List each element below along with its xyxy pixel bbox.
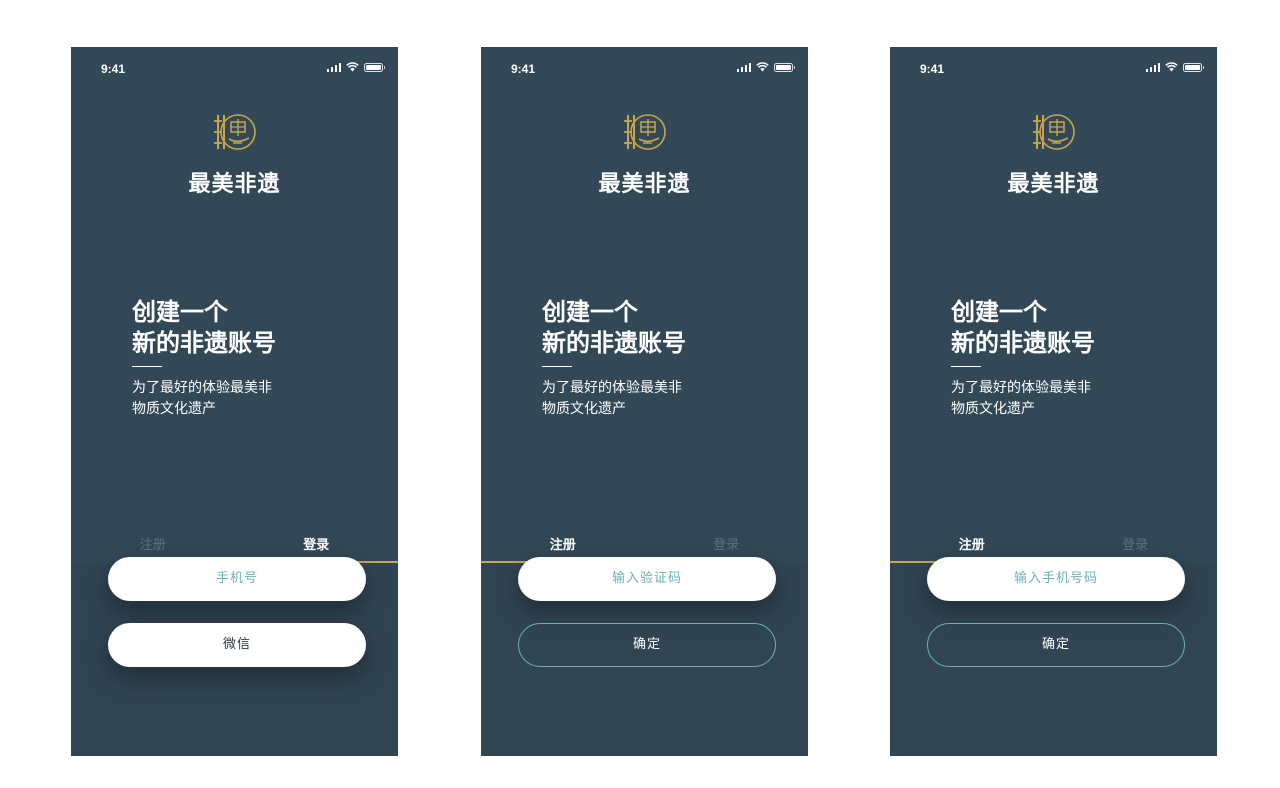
subtitle-line-2: 物质文化遗产 [951,401,1035,417]
page-subtitle: 为了最好的体验最美非 物质文化遗产 [542,378,682,420]
phone-number-input[interactable]: 手机号 [108,557,366,601]
cellular-signal-icon [1145,62,1160,72]
fei-yi-seal-icon [1032,114,1075,150]
wechat-login-button[interactable]: 微信 [108,623,366,667]
headline-line-1: 创建一个 [542,298,638,326]
headline-line-2: 新的非遗账号 [542,329,686,357]
headline-divider [132,366,162,367]
status-icons [326,62,385,72]
page-headline: 创建一个 新的非遗账号 [132,297,276,359]
battery-icon [774,62,795,72]
status-bar: 9:41 [890,47,1217,91]
wifi-icon [756,62,769,72]
phone-number-input[interactable]: 输入手机号码 [927,557,1185,601]
status-bar: 9:41 [481,47,808,91]
subtitle-line-1: 为了最好的体验最美非 [951,380,1091,396]
status-icons [1145,62,1204,72]
brand-name: 最美非遗 [188,171,281,197]
status-bar: 9:41 [71,47,398,91]
subtitle-line-2: 物质文化遗产 [542,401,626,417]
status-time: 9:41 [511,62,536,76]
confirm-button[interactable]: 确定 [927,623,1185,667]
fei-yi-seal-icon [213,114,256,150]
headline-line-2: 新的非遗账号 [951,329,1095,357]
battery-icon [1183,62,1204,72]
headline-divider [951,366,981,367]
page-headline: 创建一个 新的非遗账号 [951,297,1095,359]
headline-line-1: 创建一个 [132,298,228,326]
fei-yi-seal-icon [623,114,666,150]
page-subtitle: 为了最好的体验最美非 物质文化遗产 [951,378,1091,420]
wifi-icon [346,62,359,72]
cellular-signal-icon [326,62,341,72]
brand-name: 最美非遗 [598,171,691,197]
headline-line-1: 创建一个 [951,298,1047,326]
mockup-canvas: 9:41 最美非遗 创建一个 新的非遗账号 为了最好的体验最美非 物质文化遗产 … [0,0,1280,788]
status-time: 9:41 [920,62,945,76]
subtitle-line-1: 为了最好的体验最美非 [542,380,682,396]
verification-code-input[interactable]: 输入验证码 [518,557,776,601]
page-subtitle: 为了最好的体验最美非 物质文化遗产 [132,378,272,420]
wifi-icon [1165,62,1178,72]
cellular-signal-icon [736,62,751,72]
brand-name: 最美非遗 [1007,171,1100,197]
battery-icon [364,62,385,72]
status-icons [736,62,795,72]
headline-divider [542,366,572,367]
page-headline: 创建一个 新的非遗账号 [542,297,686,359]
headline-line-2: 新的非遗账号 [132,329,276,357]
subtitle-line-2: 物质文化遗产 [132,401,216,417]
subtitle-line-1: 为了最好的体验最美非 [132,380,272,396]
confirm-button[interactable]: 确定 [518,623,776,667]
status-time: 9:41 [101,62,126,76]
